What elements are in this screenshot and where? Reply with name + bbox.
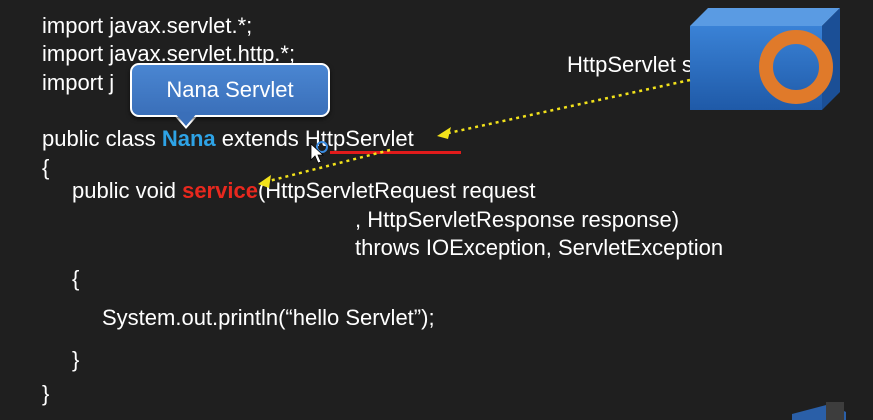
arrow-to-httpservlet [437, 78, 691, 139]
diagram-overlay [258, 8, 846, 420]
cube-object-icon [690, 8, 840, 110]
arrow-to-service [258, 148, 391, 188]
corner-figure-icon [792, 402, 846, 420]
